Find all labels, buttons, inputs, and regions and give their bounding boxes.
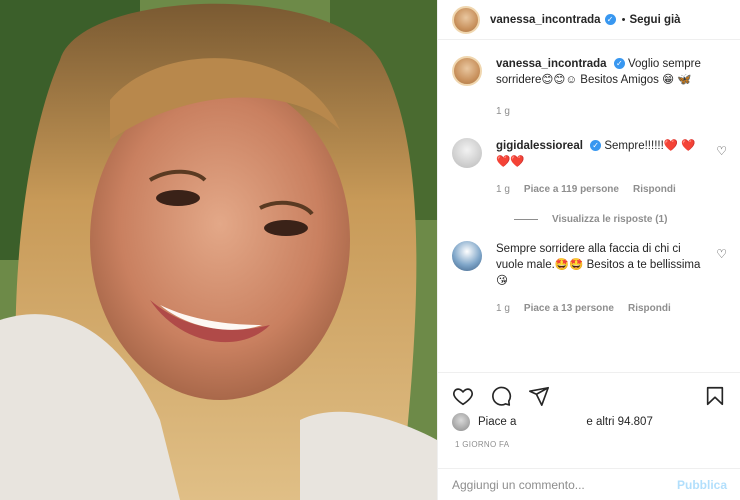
username[interactable]: vanessa_incontrada <box>490 14 601 26</box>
bookmark-icon[interactable] <box>704 385 726 411</box>
post-sidebar: vanessa_incontrada ✓ • Segui già vanessa… <box>437 0 740 500</box>
avatar[interactable] <box>452 138 482 168</box>
verified-icon: ✓ <box>613 58 625 70</box>
verified-icon: ✓ <box>590 140 602 152</box>
comment-likes-link[interactable]: Piace a 119 persone <box>524 182 619 198</box>
comment-meta: 1 g Piace a 119 persone Rispondi <box>496 182 706 198</box>
comment-item: Sempre sorridere alla faccia di chi ci v… <box>452 241 727 317</box>
caption: vanessa_incontrada ✓ Voglio sempre sorri… <box>452 56 727 120</box>
comment-like-heart-icon[interactable]: ♡ <box>716 144 727 158</box>
avatar[interactable] <box>452 241 482 271</box>
likes-summary[interactable]: Piace a e altri 94.807 <box>452 413 732 431</box>
comment-text: Sempre sorridere alla faccia di chi ci v… <box>496 243 701 287</box>
caption-username[interactable]: vanessa_incontrada <box>496 58 607 70</box>
comment-meta: 1 g Piace a 13 persone Rispondi <box>496 301 706 317</box>
comment-likes-link[interactable]: Piace a 13 persone <box>524 301 614 317</box>
post-photo[interactable] <box>0 0 437 500</box>
post-header: vanessa_incontrada ✓ • Segui già <box>438 0 740 40</box>
comment-input[interactable]: Aggiungi un commento... <box>452 478 585 492</box>
caption-time: 1 g <box>496 106 510 117</box>
likes-suffix[interactable]: e altri 94.807 <box>586 416 653 428</box>
heart-icon[interactable] <box>452 385 474 411</box>
post-timestamp[interactable]: 1 GIORNO FA <box>455 440 509 449</box>
avatar[interactable] <box>452 5 480 34</box>
photo-illustration <box>0 0 437 500</box>
comments-list: vanessa_incontrada ✓ Voglio sempre sorri… <box>438 40 740 372</box>
verified-icon: ✓ <box>604 14 616 25</box>
view-replies-button[interactable]: Visualizza le risposte (1) <box>514 214 727 225</box>
avatar[interactable] <box>452 56 482 86</box>
likes-prefix: Piace a <box>478 416 517 428</box>
comment-item: gigidalessioreal ✓ Sempre!!!!!!❤️ ❤️❤️❤️… <box>452 138 727 198</box>
replies-divider <box>514 219 538 220</box>
reply-button[interactable]: Rispondi <box>628 301 671 317</box>
reply-button[interactable]: Rispondi <box>633 182 676 198</box>
share-icon[interactable] <box>528 385 550 411</box>
view-replies-label: Visualizza le risposte (1) <box>552 214 668 225</box>
comment-time: 1 g <box>496 303 510 314</box>
publish-button[interactable]: Pubblica <box>677 478 727 492</box>
comment-username[interactable]: gigidalessioreal <box>496 140 583 152</box>
follow-button[interactable]: Segui già <box>629 14 680 26</box>
comment-like-heart-icon[interactable]: ♡ <box>716 247 727 261</box>
caption-meta: 1 g <box>496 104 706 120</box>
liker-avatar[interactable] <box>452 413 470 431</box>
comment-time: 1 g <box>496 184 510 195</box>
add-comment-bar: Aggiungi un commento... Pubblica <box>438 468 740 500</box>
separator-dot: • <box>621 13 626 26</box>
comment-icon[interactable] <box>490 385 512 411</box>
